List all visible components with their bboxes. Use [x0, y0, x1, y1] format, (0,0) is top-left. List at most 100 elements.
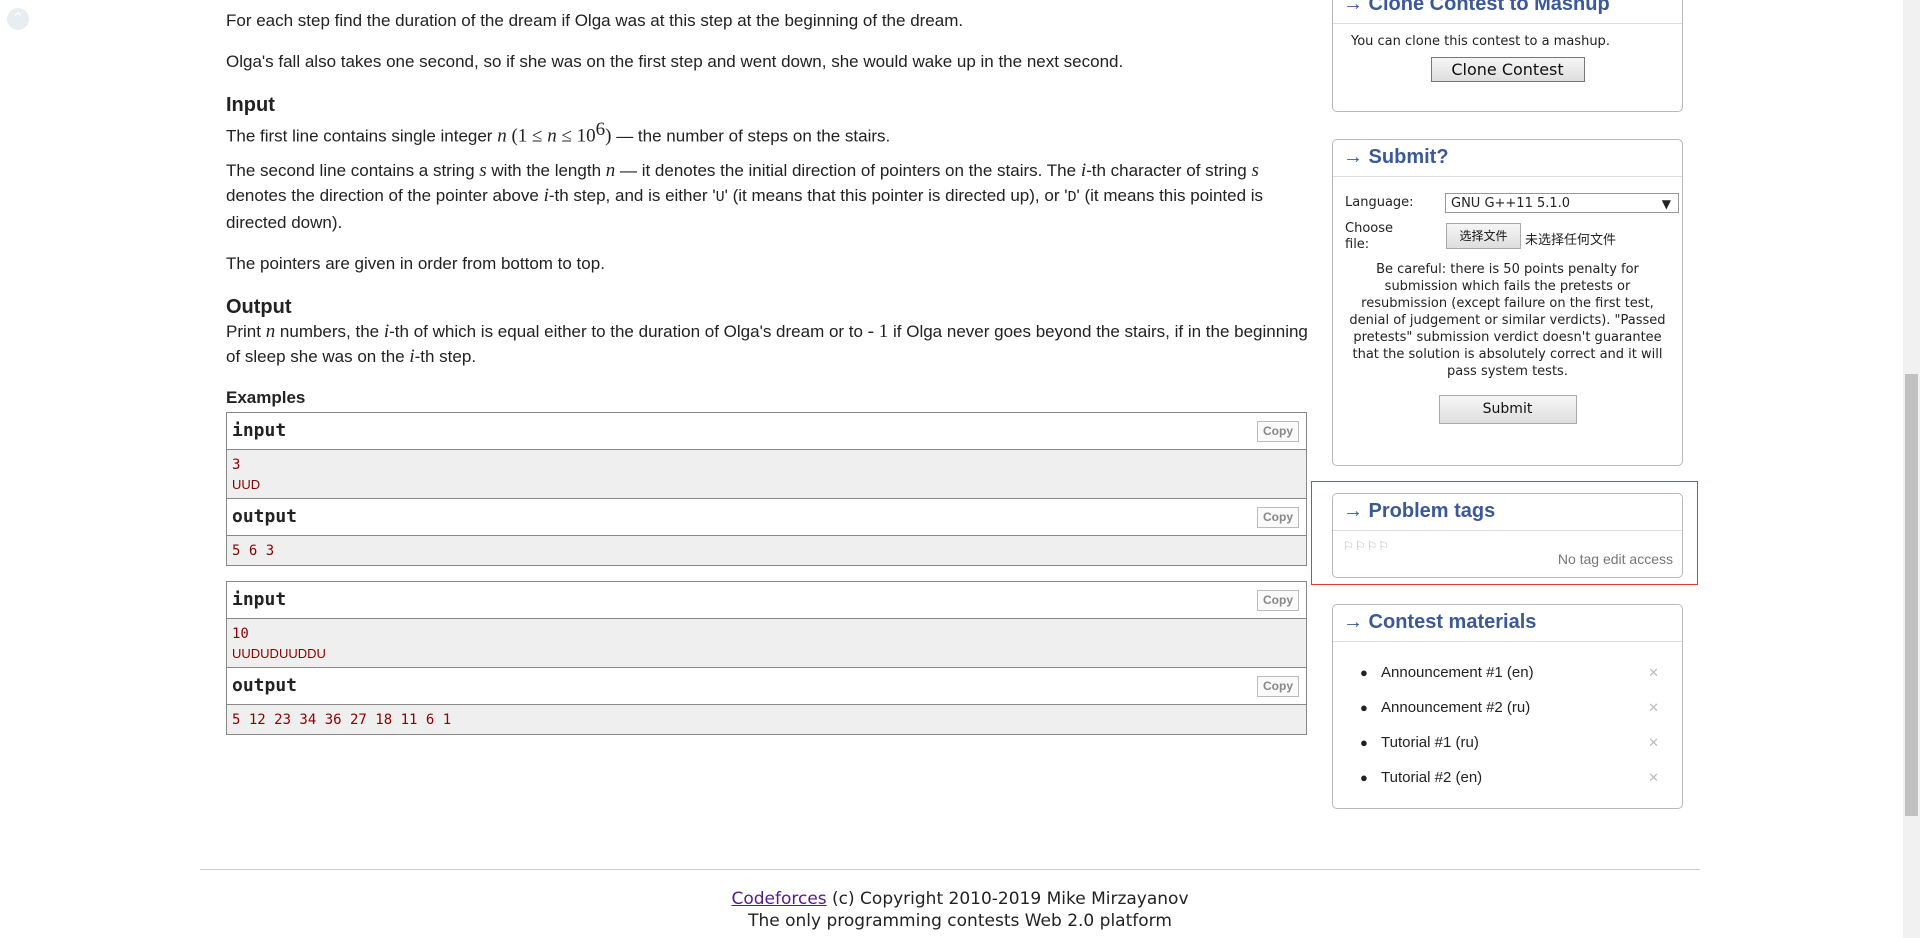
output-label: output	[232, 506, 298, 527]
codeforces-link[interactable]: Codeforces	[731, 889, 826, 909]
copy-button[interactable]: Copy	[1257, 590, 1299, 611]
math-exponent: 6	[595, 119, 606, 140]
output-label: output	[232, 675, 298, 696]
example-input-line: UUD	[232, 477, 261, 492]
submit-title: → Submit?	[1333, 140, 1682, 177]
list-item[interactable]: ● Tutorial #2 (en) ✕	[1333, 760, 1682, 795]
example-input-header: input Copy	[227, 582, 1306, 619]
statement-paragraph: Olga's fall also takes one second, so if…	[226, 52, 1124, 71]
problem-tags-box: → Problem tags ⚐⚐⚐⚐ No tag edit access	[1332, 493, 1683, 578]
materials-list: ● Announcement #1 (en) ✕ ● Announcement #2 …	[1333, 655, 1682, 795]
output-paragraph: Print n numbers, the i-th of which is eq…	[226, 319, 1308, 369]
close-icon[interactable]: ✕	[1648, 725, 1659, 760]
input-label: input	[232, 420, 287, 441]
copy-button[interactable]: Copy	[1257, 676, 1299, 697]
list-item[interactable]: ● Tutorial #1 (ru) ✕	[1333, 725, 1682, 760]
text: -th step.	[414, 347, 477, 366]
file-label-line: file:	[1345, 237, 1370, 252]
copy-button[interactable]: Copy	[1257, 421, 1299, 442]
material-link[interactable]: Announcement #1 (en)	[1381, 664, 1534, 681]
math-var: n	[265, 321, 276, 342]
file-row: Choose file: 选择文件 未选择任何文件	[1345, 221, 1670, 261]
contest-materials-box: → Contest materials ● Announcement #1 (en…	[1332, 604, 1683, 809]
copyright-text: (c) Copyright 2010-2019 Mike Mirzayanov	[826, 889, 1189, 909]
text: — the number of steps on the stairs.	[611, 126, 891, 146]
submit-button[interactable]: Submit	[1438, 395, 1577, 424]
language-value: GNU G++11 5.1.0	[1451, 196, 1571, 211]
contest-materials-title: → Contest materials	[1333, 605, 1682, 642]
text: — it denotes the initial direction of po…	[615, 161, 1081, 180]
bullet-icon: ●	[1360, 735, 1368, 750]
example-input-line: 3	[232, 457, 241, 473]
clone-contest-body: You can clone this contest to a mashup. …	[1333, 24, 1682, 90]
clone-button-wrap: Clone Contest	[1350, 57, 1665, 82]
text: Print	[226, 322, 266, 341]
math-var: n	[547, 125, 557, 147]
example-input-header: input Copy	[227, 413, 1306, 450]
close-icon[interactable]: ✕	[1648, 760, 1659, 795]
text: The first line contains single integer	[226, 126, 498, 146]
copy-button[interactable]: Copy	[1257, 507, 1299, 528]
bullet-icon: ●	[1360, 700, 1368, 715]
example-output: 5 12 23 34 36 27 18 11 6 1	[227, 705, 1306, 734]
bullet-icon: ●	[1360, 665, 1368, 680]
submit-box: → Submit? Language: GNU G++11 5.1.0 ▼ Ch…	[1332, 139, 1683, 466]
input-section-title: Input	[226, 94, 275, 116]
list-item[interactable]: ● Announcement #1 (en) ✕	[1333, 655, 1682, 690]
language-select[interactable]: GNU G++11 5.1.0 ▼	[1445, 193, 1679, 213]
example-block: input Copy 10 UUDUDUUDDU output Copy 5 12…	[226, 581, 1307, 735]
file-status: 未选择任何文件	[1525, 233, 1617, 248]
tag-flag-icon: ⚐⚐⚐⚐	[1343, 539, 1391, 553]
clone-contest-title: → Clone Contest to Mashup	[1333, 0, 1682, 24]
math: (1 ≤	[506, 125, 548, 147]
text: -th step, and is either '	[548, 186, 716, 205]
math: ≤ 10	[556, 125, 596, 147]
math-var: s	[1251, 160, 1259, 181]
file-label: Choose file:	[1345, 221, 1393, 253]
math-var: s	[479, 160, 487, 181]
submit-body: Language: GNU G++11 5.1.0 ▼ Choose file:…	[1333, 177, 1682, 432]
scroll-to-top-icon[interactable]: ⌃	[7, 8, 29, 30]
text: -th character of string	[1086, 161, 1252, 180]
material-link[interactable]: Tutorial #1 (ru)	[1381, 734, 1479, 751]
material-link[interactable]: Announcement #2 (ru)	[1381, 699, 1530, 716]
list-item[interactable]: ● Announcement #2 (ru) ✕	[1333, 690, 1682, 725]
footer-copyright: Codeforces (c) Copyright 2010-2019 Mike …	[0, 889, 1920, 909]
clone-contest-box: → Clone Contest to Mashup You can clone …	[1332, 0, 1683, 112]
close-icon[interactable]: ✕	[1648, 690, 1659, 725]
math-var: n	[497, 125, 507, 147]
example-input-line: UUDUDUUDDU	[232, 646, 326, 661]
clone-contest-button[interactable]: Clone Contest	[1430, 57, 1585, 82]
problem-tags-body: ⚐⚐⚐⚐ No tag edit access	[1333, 531, 1682, 579]
text: The second line contains a string	[226, 161, 480, 180]
statement-paragraph: For each step find the duration of the d…	[226, 11, 964, 30]
text: denotes the direction of the pointer abo…	[226, 186, 544, 205]
output-section-title: Output	[226, 296, 292, 318]
math: - 1	[867, 321, 889, 342]
example-input-line: 10	[232, 626, 249, 642]
choose-file-button[interactable]: 选择文件	[1446, 223, 1521, 249]
example-output: 5 6 3	[227, 536, 1306, 565]
example-input: 10 UUDUDUUDDU	[227, 619, 1306, 667]
input-paragraph: The first line contains single integer n…	[226, 117, 890, 149]
language-label: Language:	[1345, 195, 1414, 210]
input-label: input	[232, 589, 287, 610]
example-block: input Copy 3 UUD output Copy 5 6 3	[226, 412, 1307, 566]
code-char: U	[715, 189, 725, 206]
example-input: 3 UUD	[227, 450, 1306, 498]
bullet-icon: ●	[1360, 770, 1368, 785]
text: with the length	[486, 161, 606, 180]
scrollbar-thumb[interactable]	[1905, 374, 1918, 816]
language-row: Language: GNU G++11 5.1.0 ▼	[1345, 185, 1679, 215]
problem-tags-title: → Problem tags	[1333, 494, 1682, 531]
material-link[interactable]: Tutorial #2 (en)	[1381, 769, 1482, 786]
scrollbar[interactable]	[1903, 0, 1920, 938]
example-output-header: output Copy	[227, 499, 1306, 536]
text: ' (it means that this pointer is directe…	[724, 186, 1068, 205]
input-paragraph: The second line contains a string s with…	[226, 158, 1308, 235]
submit-button-wrap: Submit	[1345, 395, 1670, 424]
footer-divider	[200, 869, 1700, 870]
no-tag-edit-access: No tag edit access	[1557, 551, 1673, 567]
close-icon[interactable]: ✕	[1648, 655, 1659, 690]
file-label-line: Choose	[1345, 221, 1393, 236]
